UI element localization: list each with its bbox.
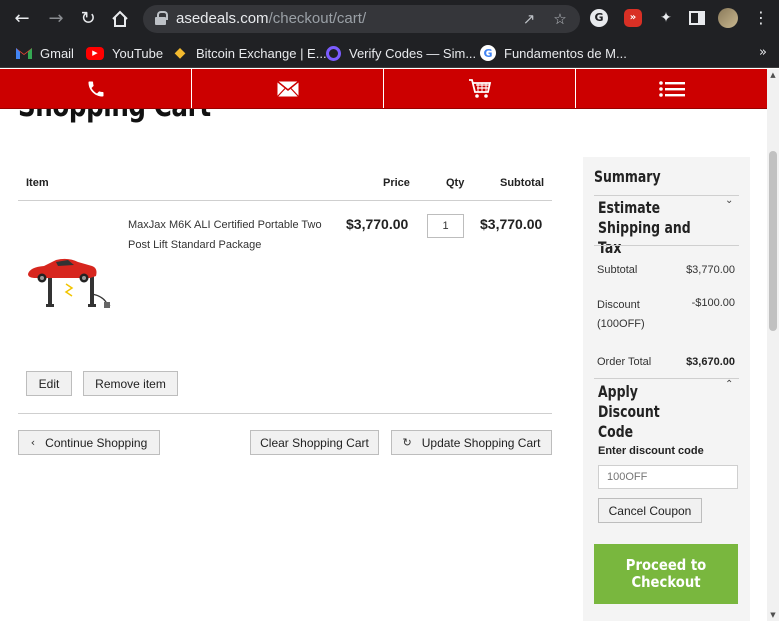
back-arrow-icon[interactable]: ←: [10, 7, 34, 31]
refresh-icon: ↻: [402, 436, 412, 449]
order-summary-panel: Summary Estimate Shipping and Tax ⌄ Subt…: [583, 157, 750, 621]
estimate-shipping-toggle[interactable]: Estimate Shipping and Tax: [598, 198, 731, 258]
mail-icon: [276, 80, 299, 97]
enter-code-label: Enter discount code: [598, 445, 704, 457]
subtotal-value: $3,770.00: [686, 264, 735, 276]
scrollbar-thumb[interactable]: [769, 151, 777, 331]
subtotal-label: Subtotal: [597, 264, 638, 276]
summary-discount-row: Discount (100OFF) -$100.00: [597, 296, 735, 334]
update-cart-label: Update Shopping Cart: [421, 435, 541, 450]
proceed-label: Proceed to Checkout: [625, 556, 707, 591]
menu-icon: [658, 80, 685, 97]
bookmark-fundamentos[interactable]: G Fundamentos de M...: [480, 42, 627, 64]
product-image[interactable]: [26, 254, 112, 312]
apply-discount-toggle[interactable]: Apply Discount Code: [598, 382, 731, 442]
side-panel-icon[interactable]: [686, 7, 708, 29]
product-price: $3,770.00: [346, 216, 409, 232]
estimate-shipping-title: Estimate Shipping and Tax: [598, 198, 691, 257]
summary-divider: [594, 245, 739, 246]
discount-code-input[interactable]: [598, 465, 738, 489]
puzzle-icon[interactable]: ✦: [655, 7, 677, 29]
cart-button[interactable]: [384, 69, 576, 108]
column-header-subtotal: Subtotal: [500, 177, 544, 189]
home-icon[interactable]: [108, 7, 132, 31]
url-text: asedeals.com/checkout/cart/: [176, 10, 367, 27]
page-scrollbar[interactable]: ▲ ▼: [767, 69, 779, 621]
quantity-input[interactable]: [427, 214, 464, 238]
order-total-value: $3,670.00: [686, 356, 735, 368]
kebab-menu-icon[interactable]: ⋮: [750, 7, 772, 29]
verify-codes-icon: [326, 45, 341, 61]
summary-total-row: Order Total $3,670.00: [597, 356, 735, 368]
email-button[interactable]: [192, 69, 384, 108]
phone-icon: [88, 81, 103, 96]
reload-icon[interactable]: ↻: [76, 7, 100, 31]
browser-toolbar: ← → ↻ asedeals.com/checkout/cart/ ↗ ☆ G …: [0, 0, 779, 38]
column-header-item: Item: [26, 177, 49, 189]
table-divider: [18, 200, 552, 201]
cart-icon: [468, 78, 491, 98]
summary-title: Summary: [594, 167, 661, 186]
profile-avatar[interactable]: [718, 8, 738, 28]
bookmarks-bar: Gmail ▶ YouTube ◆ Bitcoin Exchange | E..…: [0, 38, 779, 68]
scroll-up-icon[interactable]: ▲: [769, 71, 777, 79]
product-name-link[interactable]: MaxJax M6K ALI Certified Portable Two Po…: [128, 215, 333, 255]
lock-icon: [155, 11, 168, 25]
top-contact-bar: [0, 69, 767, 109]
summary-divider: [594, 378, 739, 379]
phone-button[interactable]: [0, 69, 192, 108]
bookmarks-overflow-icon[interactable]: »: [759, 45, 767, 60]
chevron-left-icon: ‹: [30, 436, 36, 449]
continue-shopping-label: Continue Shopping: [45, 435, 148, 450]
bookmark-bitcoin-exchange[interactable]: ◆ Bitcoin Exchange | E...: [172, 42, 327, 64]
update-cart-button[interactable]: ↻ Update Shopping Cart: [391, 430, 552, 455]
scroll-down-icon[interactable]: ▼: [769, 611, 777, 619]
chevron-up-icon[interactable]: ⌃: [725, 379, 733, 390]
forward-arrow-icon[interactable]: →: [44, 7, 68, 31]
bookmark-verify-codes[interactable]: Verify Codes — Sim...: [326, 42, 476, 64]
chevron-down-icon[interactable]: ⌄: [725, 195, 733, 206]
apply-discount-title: Apply Discount Code: [598, 382, 660, 441]
edit-item-button[interactable]: Edit: [26, 371, 72, 396]
actions-divider: [18, 413, 552, 414]
menu-button[interactable]: [576, 69, 767, 108]
continue-shopping-button[interactable]: ‹ Continue Shopping: [18, 430, 160, 455]
extension-red-icon[interactable]: »: [624, 9, 642, 27]
remove-item-button[interactable]: Remove item: [83, 371, 178, 396]
address-bar[interactable]: asedeals.com/checkout/cart/ ↗ ☆: [143, 5, 580, 33]
proceed-to-checkout-button[interactable]: Proceed to Checkout: [594, 544, 738, 604]
column-header-price: Price: [383, 177, 410, 189]
summary-subtotal-row: Subtotal $3,770.00: [597, 264, 735, 276]
discount-label: Discount (100OFF): [597, 299, 645, 330]
extension-icon[interactable]: G: [590, 9, 608, 27]
clear-cart-button[interactable]: Clear Shopping Cart: [250, 430, 379, 455]
cancel-coupon-button[interactable]: Cancel Coupon: [598, 498, 702, 523]
order-total-label: Order Total: [597, 356, 652, 368]
column-header-qty: Qty: [446, 177, 465, 189]
bookmark-youtube[interactable]: ▶ YouTube: [86, 42, 163, 64]
summary-divider: [594, 195, 739, 196]
product-subtotal: $3,770.00: [480, 216, 543, 232]
share-icon[interactable]: ↗: [518, 8, 540, 30]
binance-icon: ◆: [174, 45, 186, 61]
bookmark-gmail[interactable]: Gmail: [16, 42, 74, 64]
gmail-icon: [16, 45, 32, 61]
page-viewport: Shopping Cart Item Price Qty Subtotal: [0, 69, 767, 621]
discount-value: -$100.00: [691, 297, 735, 309]
star-icon[interactable]: ☆: [549, 8, 571, 30]
youtube-icon: ▶: [86, 46, 104, 60]
google-icon: G: [480, 45, 496, 61]
